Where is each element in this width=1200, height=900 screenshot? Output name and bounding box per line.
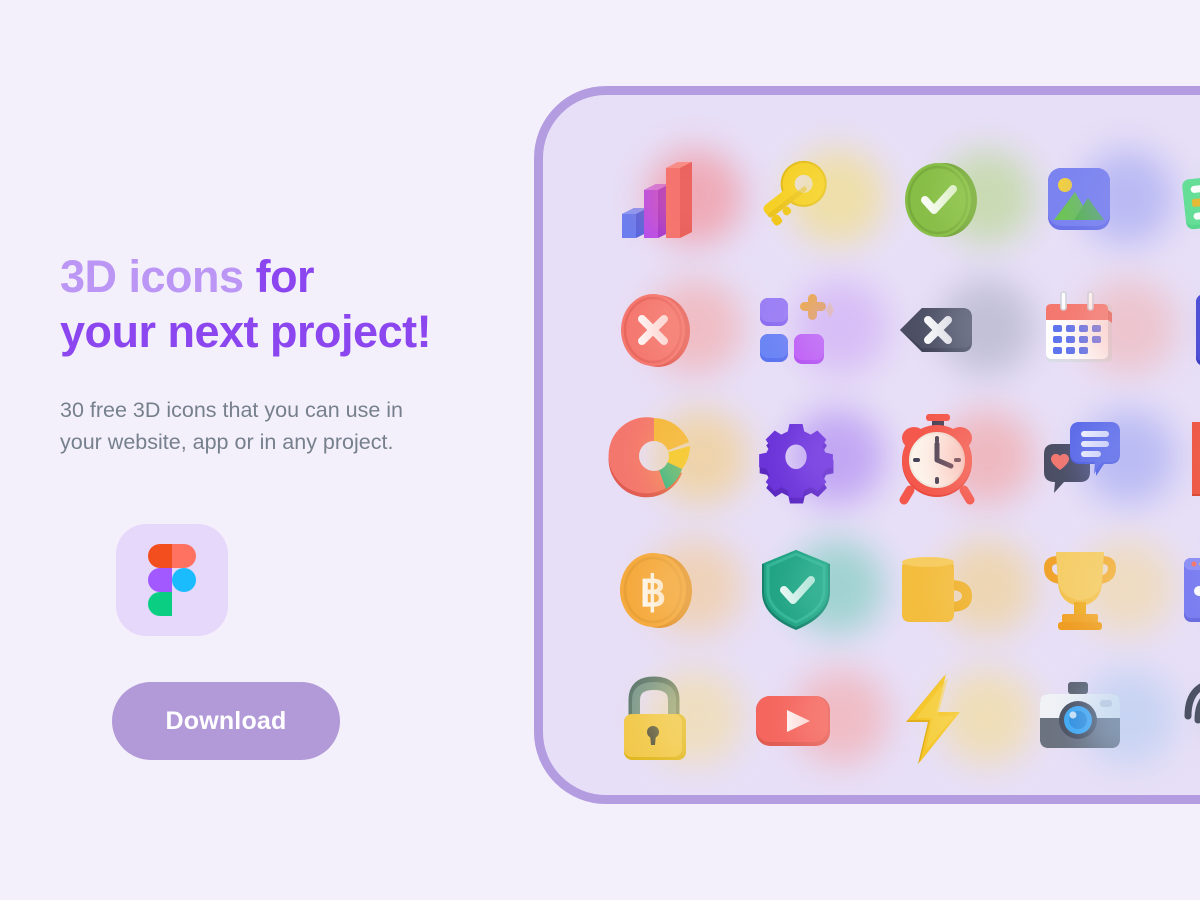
add-widget-icon: [760, 294, 834, 364]
icon-cell-close-circle[interactable]: [589, 265, 743, 395]
calculator-icon: [1196, 295, 1200, 365]
shield-check-icon: [762, 550, 830, 630]
headline-strong-part-1: for: [255, 251, 315, 302]
icon-cell-backspace[interactable]: [873, 265, 1035, 395]
icon-cell-fingerprint[interactable]: [1157, 655, 1200, 785]
icon-cell-bar-chart[interactable]: [589, 135, 743, 265]
donut-chart-icon: [608, 417, 690, 498]
icon-cell-browser-window[interactable]: [1157, 525, 1200, 655]
bitcoin-coin-icon: ฿: [620, 553, 692, 628]
backspace-icon: [900, 308, 972, 352]
browser-window-icon: [1184, 558, 1200, 622]
landing-page: 3D icons for your next project! 30 free …: [0, 0, 1200, 900]
icon-cell-add-widget[interactable]: [731, 265, 889, 395]
download-button[interactable]: Download: [112, 682, 340, 760]
figma-logo-segment-bottom-left: [148, 592, 172, 616]
trophy-icon: [1044, 552, 1116, 630]
icon-cell-settings-gear[interactable]: [731, 395, 885, 525]
icon-showcase-card: PDF ฿: [534, 86, 1200, 804]
chat-bubbles-icon: [1044, 422, 1120, 493]
icon-cell-lightning-bolt[interactable]: [873, 655, 1035, 785]
svg-text:฿: ฿: [640, 568, 667, 615]
icon-cell-shield-check[interactable]: [731, 525, 885, 655]
fingerprint-icon: [1184, 683, 1200, 724]
icon-cell-image[interactable]: [1015, 135, 1175, 265]
alarm-clock-icon: [899, 414, 975, 505]
icon-cell-check-circle[interactable]: [873, 135, 1035, 265]
subcopy-line-1: 30 free 3D icons that you can use in: [60, 397, 404, 422]
settings-gear-icon: [759, 423, 834, 504]
headline-strong-part-2: your next project!: [60, 305, 432, 357]
calendar-icon: [1046, 291, 1112, 362]
icon-cell-coffee-mug[interactable]: [873, 525, 1035, 655]
icon-cell-camera[interactable]: [1015, 655, 1177, 785]
figma-logo-segment-top-left: [148, 544, 172, 568]
check-circle-icon: [905, 163, 977, 237]
headline-light-part: 3D icons: [60, 251, 244, 302]
icon-cell-pdf-file[interactable]: PDF: [1157, 395, 1200, 525]
figma-logo-segment-top-right: [172, 544, 196, 568]
subcopy-line-2: your website, app or in any project.: [60, 430, 394, 455]
camera-icon: [1040, 682, 1120, 748]
icon-cell-credit-card[interactable]: [1157, 135, 1200, 265]
page-title: 3D icons for your next project!: [60, 250, 490, 360]
video-play-icon: [756, 696, 830, 746]
figma-logo-segment-middle-right: [172, 568, 196, 592]
hero-subcopy: 30 free 3D icons that you can use in you…: [60, 394, 460, 459]
hero-text-panel: 3D icons for your next project! 30 free …: [60, 250, 490, 459]
image-icon: [1048, 168, 1110, 230]
bar-chart-icon: [622, 162, 692, 238]
icon-cell-trophy[interactable]: [1015, 525, 1175, 655]
icon-cell-alarm-clock[interactable]: [873, 395, 1035, 525]
icon-cell-padlock[interactable]: [589, 655, 743, 785]
icon-cell-calendar[interactable]: [1015, 265, 1177, 395]
icon-grid: PDF ฿: [589, 135, 1200, 785]
icon-cell-key[interactable]: [731, 135, 885, 265]
icon-cell-calculator[interactable]: [1157, 265, 1200, 395]
close-circle-icon: [621, 294, 690, 367]
icon-cell-donut-chart[interactable]: [589, 395, 749, 525]
key-icon: [763, 160, 827, 226]
icon-cell-bitcoin-coin[interactable]: ฿: [589, 525, 743, 655]
lightning-bolt-icon: [906, 674, 960, 764]
padlock-icon: [624, 676, 686, 760]
icon-cell-chat-bubbles[interactable]: [1015, 395, 1177, 525]
figma-logo-tile[interactable]: [116, 524, 228, 636]
icon-cell-video-play[interactable]: [731, 655, 889, 785]
coffee-mug-icon: [902, 557, 972, 622]
credit-card-icon: [1182, 172, 1200, 230]
figma-logo-icon: [148, 544, 196, 616]
figma-logo-segment-middle-left: [148, 568, 172, 592]
pdf-file-icon: PDF: [1192, 422, 1200, 496]
